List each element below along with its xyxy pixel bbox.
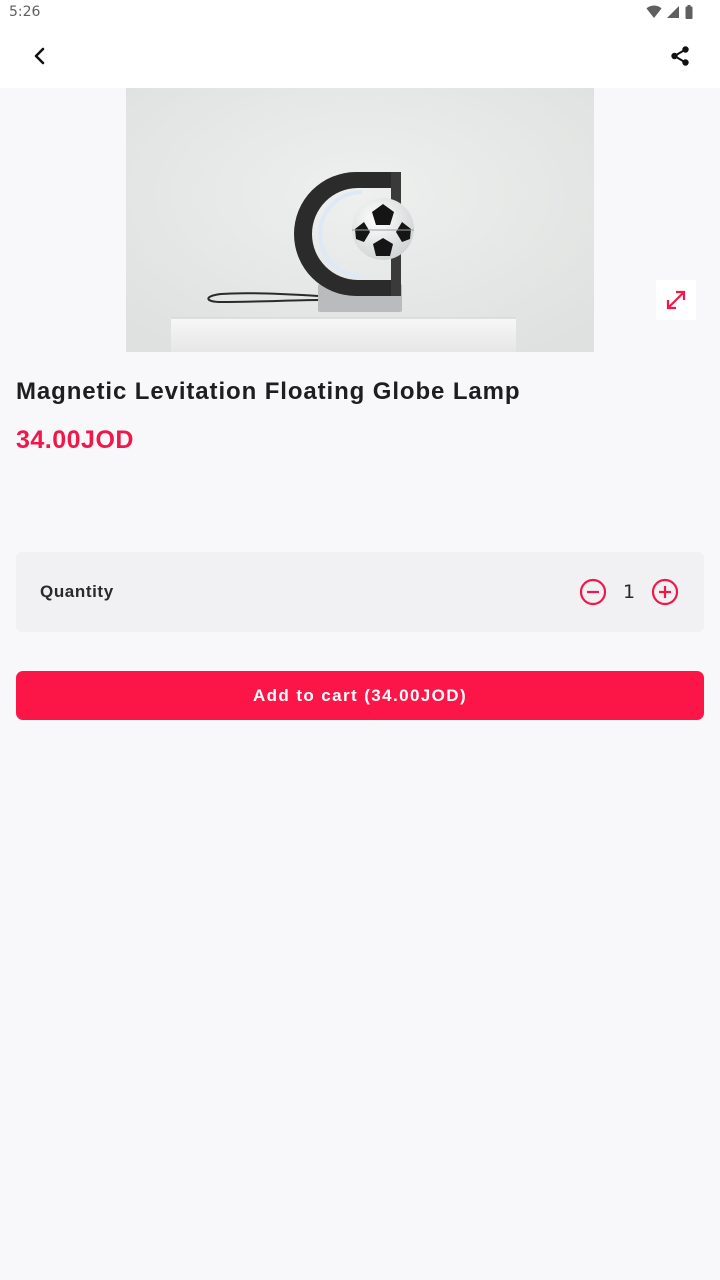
expand-image-button[interactable] [656, 280, 696, 320]
quantity-panel: Quantity 1 [16, 552, 704, 632]
product-title: Magnetic Levitation Floating Globe Lamp [16, 378, 521, 405]
minus-circle-icon [579, 578, 607, 606]
product-price: 34.00JOD [16, 426, 134, 454]
plus-circle-icon [651, 578, 679, 606]
status-bar: 5:26 [0, 0, 720, 24]
increase-quantity-button[interactable] [650, 577, 680, 607]
quantity-value: 1 [622, 581, 636, 603]
levitation-lamp-illustration [126, 88, 594, 352]
quantity-stepper: 1 [578, 576, 680, 608]
cell-signal-icon [667, 6, 679, 18]
share-icon [671, 46, 689, 66]
expand-icon [666, 290, 686, 310]
wifi-icon [646, 5, 662, 18]
status-icons [646, 5, 694, 19]
chevron-left-icon [34, 47, 45, 65]
decrease-quantity-button[interactable] [578, 577, 608, 607]
product-image-area [0, 88, 720, 352]
battery-icon [685, 5, 693, 19]
product-image[interactable] [126, 88, 594, 352]
share-button[interactable] [660, 36, 700, 76]
add-to-cart-button[interactable]: Add to cart (34.00JOD) [16, 671, 704, 720]
app-bar [0, 24, 720, 88]
quantity-label: Quantity [40, 582, 114, 601]
status-time: 5:26 [9, 4, 41, 20]
back-button[interactable] [20, 36, 60, 76]
